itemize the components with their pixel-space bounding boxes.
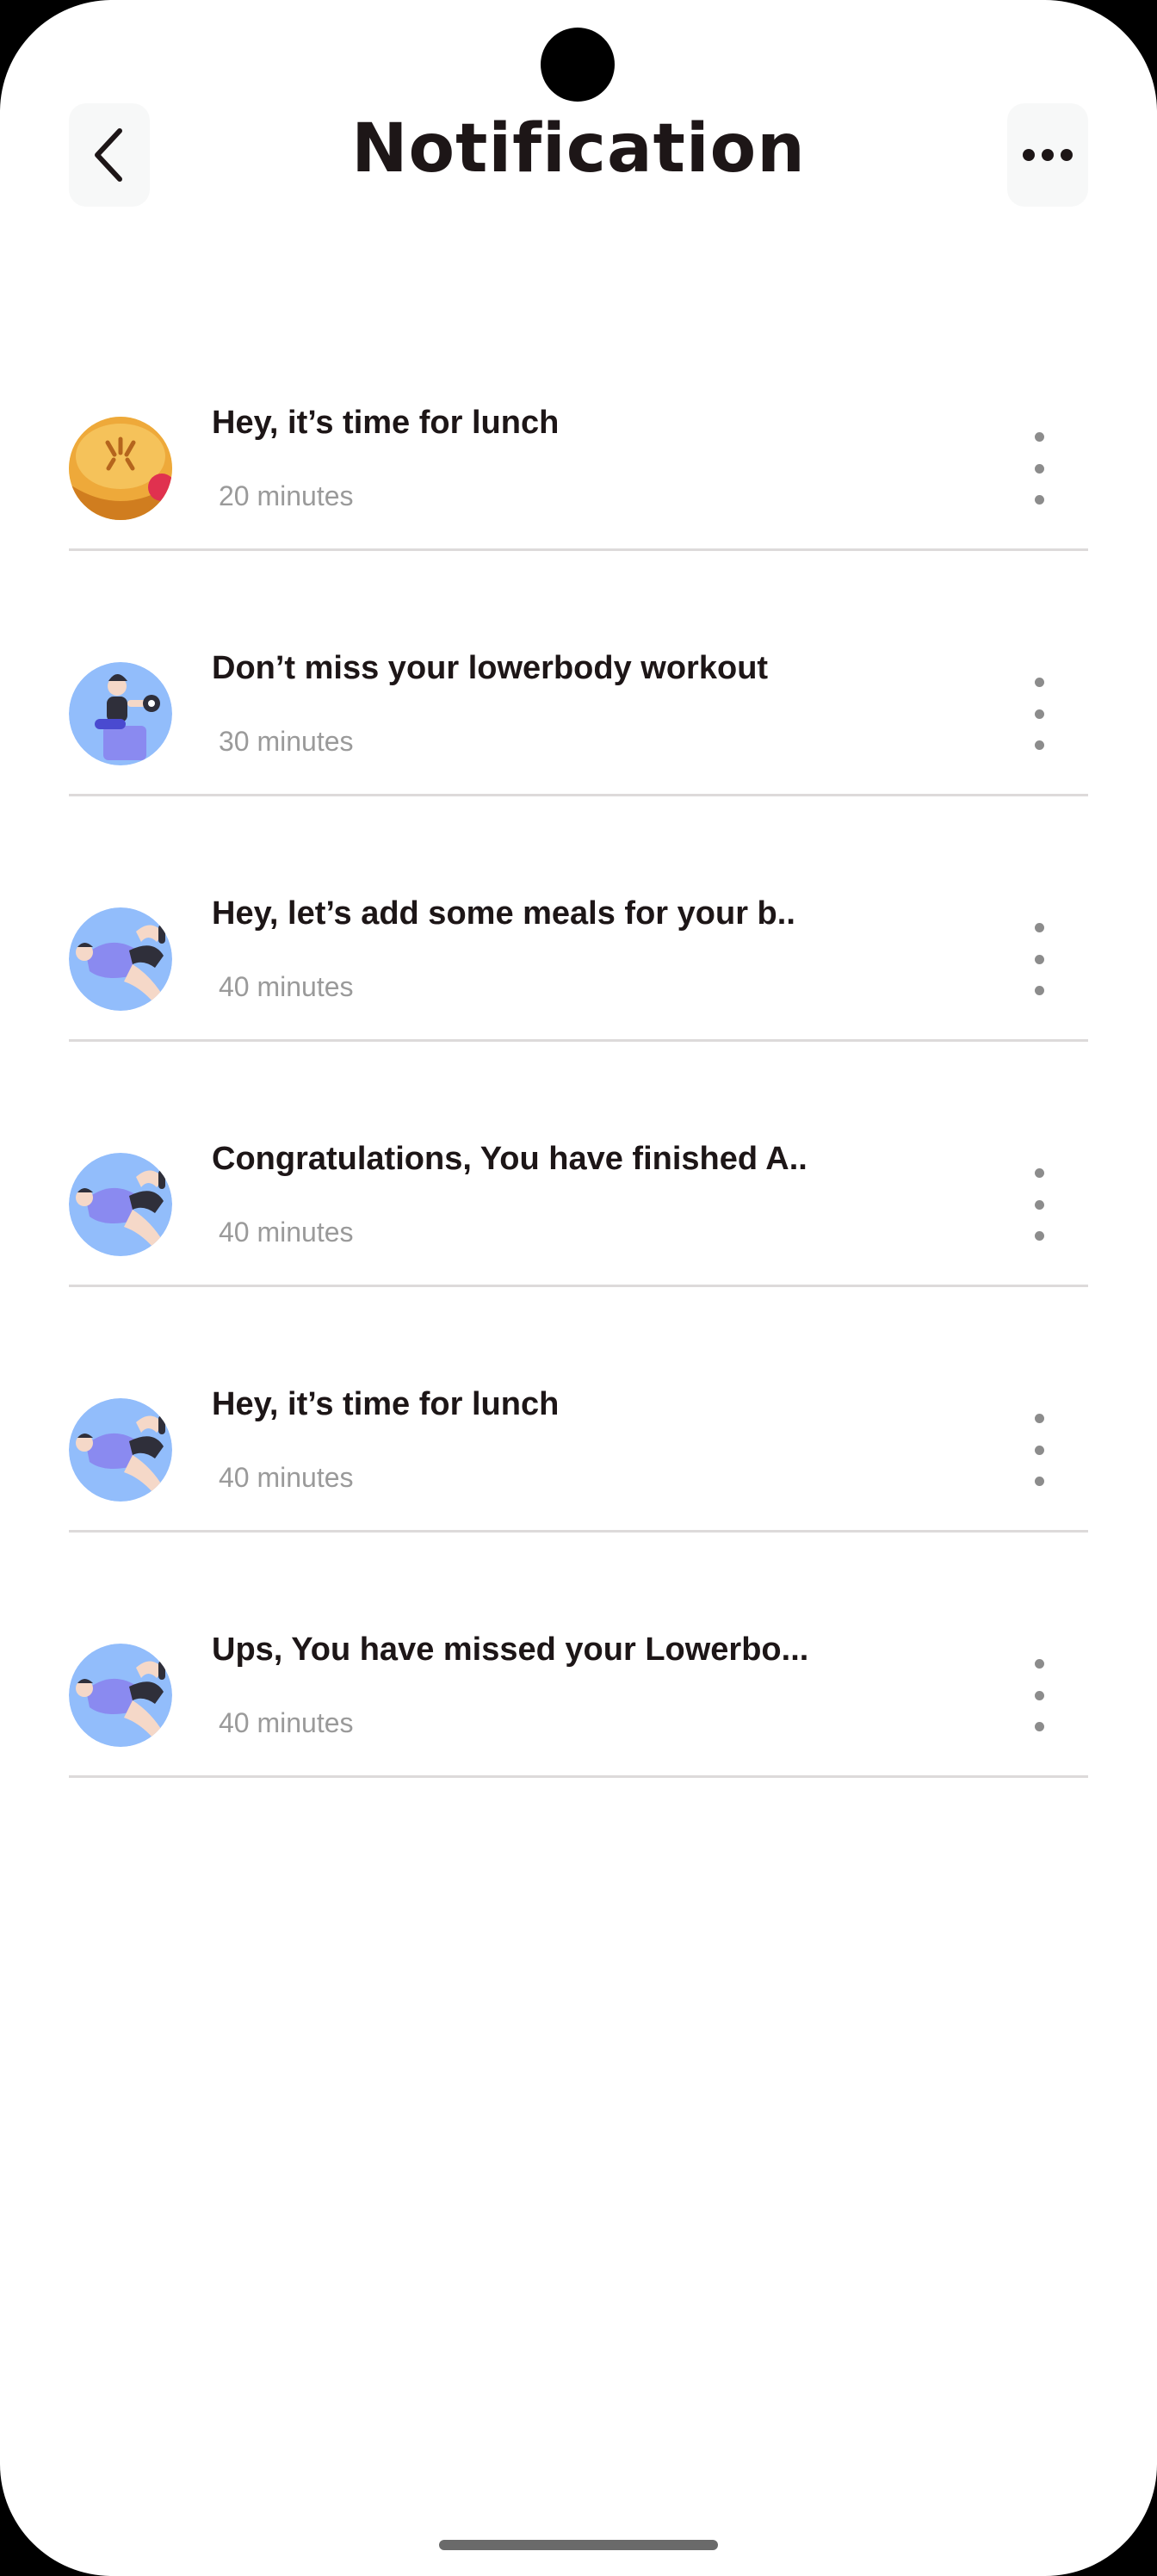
notification-time: 40 minutes	[219, 971, 354, 1002]
more-vertical-icon[interactable]	[1026, 678, 1052, 750]
notification-time: 40 minutes	[219, 1707, 354, 1738]
camera-cutout	[541, 28, 615, 102]
notification-time: 30 minutes	[219, 726, 354, 757]
notification-item[interactable]: Hey, it’s time for lunch 20 minutes	[69, 362, 1088, 551]
notification-time: 20 minutes	[219, 480, 354, 511]
more-vertical-icon[interactable]	[1026, 1414, 1052, 1486]
notification-item[interactable]: Hey, let’s add some meals for your b.. 4…	[69, 852, 1088, 1042]
more-vertical-icon[interactable]	[1026, 1168, 1052, 1241]
notification-title: Hey, it’s time for lunch	[212, 405, 560, 441]
home-indicator[interactable]	[439, 2540, 718, 2550]
workout-stretch-avatar	[69, 1153, 172, 1256]
workout-stretch-avatar	[69, 1644, 172, 1747]
divider	[69, 794, 1088, 796]
more-vertical-icon[interactable]	[1026, 1659, 1052, 1731]
workout-dumbbell-avatar	[69, 662, 172, 765]
notification-title: Congratulations, You have finished A..	[212, 1141, 807, 1177]
notification-item[interactable]: Congratulations, You have finished A.. 4…	[69, 1098, 1088, 1287]
page-title: Notification	[351, 110, 806, 188]
divider	[69, 1775, 1088, 1778]
divider	[69, 548, 1088, 551]
more-options-button[interactable]	[1007, 103, 1088, 207]
notification-title: Ups, You have missed your Lowerbo...	[212, 1632, 809, 1668]
lunch-pie-avatar	[69, 417, 172, 520]
more-horizontal-icon	[1023, 149, 1073, 161]
notification-time: 40 minutes	[219, 1462, 354, 1493]
more-vertical-icon[interactable]	[1026, 432, 1052, 505]
phone-screen: Notification Hey, it’s time for lunch 20…	[0, 0, 1157, 2576]
notification-item[interactable]: Ups, You have missed your Lowerbo... 40 …	[69, 1588, 1088, 1778]
notification-title: Hey, it’s time for lunch	[212, 1386, 560, 1422]
notification-title: Don’t miss your lowerbody workout	[212, 650, 769, 686]
notification-title: Hey, let’s add some meals for your b..	[212, 895, 795, 932]
workout-stretch-avatar	[69, 907, 172, 1011]
notification-time: 40 minutes	[219, 1217, 354, 1248]
divider	[69, 1039, 1088, 1042]
more-vertical-icon[interactable]	[1026, 923, 1052, 995]
divider	[69, 1530, 1088, 1533]
notification-item[interactable]: Don’t miss your lowerbody workout 30 min…	[69, 607, 1088, 796]
divider	[69, 1285, 1088, 1287]
notification-item[interactable]: Hey, it’s time for lunch 40 minutes	[69, 1343, 1088, 1533]
workout-stretch-avatar	[69, 1398, 172, 1502]
